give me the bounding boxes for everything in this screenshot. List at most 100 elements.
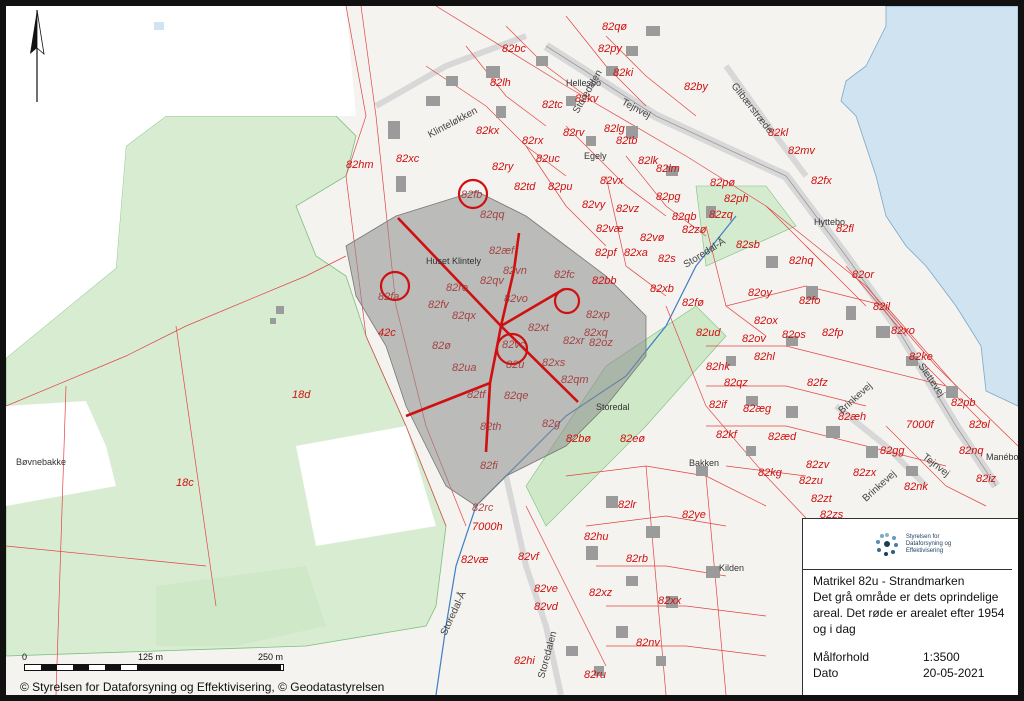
parcel-label-82ve[interactable]: 82ve: [534, 583, 558, 595]
parcel-label-82hk[interactable]: 82hk: [706, 361, 730, 373]
parcel-label-82fz[interactable]: 82fz: [807, 377, 828, 389]
parcel-label-82xr[interactable]: 82xr: [563, 335, 586, 347]
parcel-label-82qe[interactable]: 82qe: [504, 390, 528, 402]
parcel-label-82xx[interactable]: 82xx: [658, 595, 682, 607]
parcel-label-82vf[interactable]: 82vf: [518, 551, 540, 563]
parcel-label-82or[interactable]: 82or: [852, 269, 875, 281]
parcel-label-82qv[interactable]: 82qv: [480, 275, 505, 287]
parcel-label-82vc[interactable]: 82vc: [502, 339, 526, 351]
parcel-label-82lm[interactable]: 82lm: [656, 163, 680, 175]
parcel-label-82qø[interactable]: 82qø: [602, 21, 627, 33]
parcel-label-82vo[interactable]: 82vo: [504, 293, 528, 305]
parcel-label-82tc[interactable]: 82tc: [542, 99, 563, 111]
parcel-label-82pf[interactable]: 82pf: [595, 247, 617, 259]
parcel-label-82iz[interactable]: 82iz: [976, 473, 997, 485]
parcel-label-82xc[interactable]: 82xc: [396, 153, 420, 165]
parcel-label-82uc[interactable]: 82uc: [536, 153, 560, 165]
parcel-label-82tb[interactable]: 82tb: [616, 135, 637, 147]
parcel-label-82sb[interactable]: 82sb: [736, 239, 760, 251]
parcel-label-82oy[interactable]: 82oy: [748, 287, 773, 299]
parcel-label-82ø[interactable]: 82ø: [432, 340, 451, 352]
parcel-label-82hl[interactable]: 82hl: [754, 351, 775, 363]
parcel-label-82xs[interactable]: 82xs: [542, 357, 566, 369]
parcel-label-82hu[interactable]: 82hu: [584, 531, 608, 543]
parcel-label-82ox[interactable]: 82ox: [754, 315, 778, 327]
parcel-label-82qq[interactable]: 82qq: [480, 209, 505, 221]
parcel-label-82hi[interactable]: 82hi: [514, 655, 535, 667]
parcel-label-82vd[interactable]: 82vd: [534, 601, 559, 613]
parcel-label-82æf[interactable]: 82æf: [489, 245, 515, 257]
parcel-label-82qz[interactable]: 82qz: [724, 377, 748, 389]
parcel-label-82vø[interactable]: 82vø: [640, 232, 665, 244]
parcel-label-82zx[interactable]: 82zx: [853, 467, 877, 479]
parcel-label-82kx[interactable]: 82kx: [476, 125, 500, 137]
parcel-label-82xt[interactable]: 82xt: [528, 322, 550, 334]
parcel-label-82xq[interactable]: 82xq: [584, 327, 609, 339]
parcel-label-82vn[interactable]: 82vn: [503, 265, 527, 277]
parcel-label-7000f[interactable]: 7000f: [906, 419, 934, 431]
parcel-label-82if[interactable]: 82if: [709, 399, 728, 411]
parcel-label-82xp[interactable]: 82xp: [586, 309, 610, 321]
parcel-label-82zv[interactable]: 82zv: [806, 459, 831, 471]
parcel-label-82lg[interactable]: 82lg: [604, 123, 626, 135]
parcel-label-82pu[interactable]: 82pu: [548, 181, 572, 193]
parcel-label-82th[interactable]: 82th: [480, 421, 501, 433]
parcel-label-82py[interactable]: 82py: [598, 43, 623, 55]
parcel-label-82fø[interactable]: 82fø: [682, 297, 704, 309]
parcel-label-82ry[interactable]: 82ry: [492, 161, 515, 173]
parcel-label-82tf[interactable]: 82tf: [467, 389, 486, 401]
parcel-label-82qb[interactable]: 82qb: [672, 211, 696, 223]
parcel-label-82zq[interactable]: 82zq: [709, 209, 734, 221]
parcel-label-82lr[interactable]: 82lr: [618, 499, 638, 511]
parcel-label-82xz[interactable]: 82xz: [589, 587, 613, 599]
parcel-label-82rv[interactable]: 82rv: [563, 127, 586, 139]
parcel-label-82eø[interactable]: 82eø: [620, 433, 645, 445]
parcel-label-82ki[interactable]: 82ki: [613, 67, 634, 79]
parcel-label-82fb[interactable]: 82fb: [461, 189, 482, 201]
parcel-label-82s[interactable]: 82s: [658, 253, 676, 265]
parcel-label-82ro[interactable]: 82ro: [446, 282, 468, 294]
parcel-label-82fv[interactable]: 82fv: [428, 299, 450, 311]
parcel-label-82td[interactable]: 82td: [514, 181, 536, 193]
parcel-label-82pø[interactable]: 82pø: [710, 177, 735, 189]
parcel-label-82kf[interactable]: 82kf: [716, 429, 738, 441]
parcel-label-82bb[interactable]: 82bb: [592, 275, 616, 287]
parcel-label-82zø[interactable]: 82zø: [682, 224, 707, 236]
parcel-label-82fc[interactable]: 82fc: [554, 269, 575, 281]
parcel-label-82fp[interactable]: 82fp: [822, 327, 843, 339]
parcel-label-82bc[interactable]: 82bc: [502, 43, 526, 55]
parcel-label-82rc[interactable]: 82rc: [472, 502, 494, 514]
parcel-label-82vx[interactable]: 82vx: [600, 175, 624, 187]
parcel-label-82nq[interactable]: 82nq: [959, 445, 984, 457]
parcel-label-82xb[interactable]: 82xb: [650, 283, 674, 295]
parcel-label-82by[interactable]: 82by: [684, 81, 709, 93]
parcel-label-82æg[interactable]: 82æg: [743, 403, 772, 415]
parcel-label-82ov[interactable]: 82ov: [742, 333, 767, 345]
parcel-label-82vz[interactable]: 82vz: [616, 203, 640, 215]
parcel-label-42c[interactable]: 42c: [378, 327, 396, 339]
parcel-label-82fo[interactable]: 82fo: [799, 295, 820, 307]
parcel-label-82g[interactable]: 82g: [542, 418, 561, 430]
parcel-label-82ke[interactable]: 82ke: [909, 351, 933, 363]
parcel-label-82ol[interactable]: 82ol: [969, 419, 990, 431]
parcel-label-82ru[interactable]: 82ru: [584, 669, 606, 681]
parcel-label-82væ[interactable]: 82væ: [461, 554, 489, 566]
parcel-label-18d[interactable]: 18d: [292, 389, 311, 401]
parcel-label-82zu[interactable]: 82zu: [799, 475, 823, 487]
parcel-label-82hq[interactable]: 82hq: [789, 255, 814, 267]
parcel-label-82nv[interactable]: 82nv: [636, 637, 661, 649]
parcel-label-82mv[interactable]: 82mv: [788, 145, 816, 157]
parcel-label-82os[interactable]: 82os: [782, 329, 806, 341]
parcel-label-82fx[interactable]: 82fx: [811, 175, 832, 187]
parcel-label-82pg[interactable]: 82pg: [656, 191, 681, 203]
parcel-label-82qm[interactable]: 82qm: [561, 374, 589, 386]
parcel-label-82xa[interactable]: 82xa: [624, 247, 648, 259]
parcel-label-82bø[interactable]: 82bø: [566, 433, 591, 445]
parcel-label-82nk[interactable]: 82nk: [904, 481, 928, 493]
parcel-label-82kg[interactable]: 82kg: [758, 467, 783, 479]
parcel-label-82qx[interactable]: 82qx: [452, 310, 476, 322]
parcel-label-82rx[interactable]: 82rx: [522, 135, 544, 147]
parcel-label-82ua[interactable]: 82ua: [452, 362, 476, 374]
parcel-label-82lh[interactable]: 82lh: [490, 77, 511, 89]
parcel-label-82vy[interactable]: 82vy: [582, 199, 607, 211]
